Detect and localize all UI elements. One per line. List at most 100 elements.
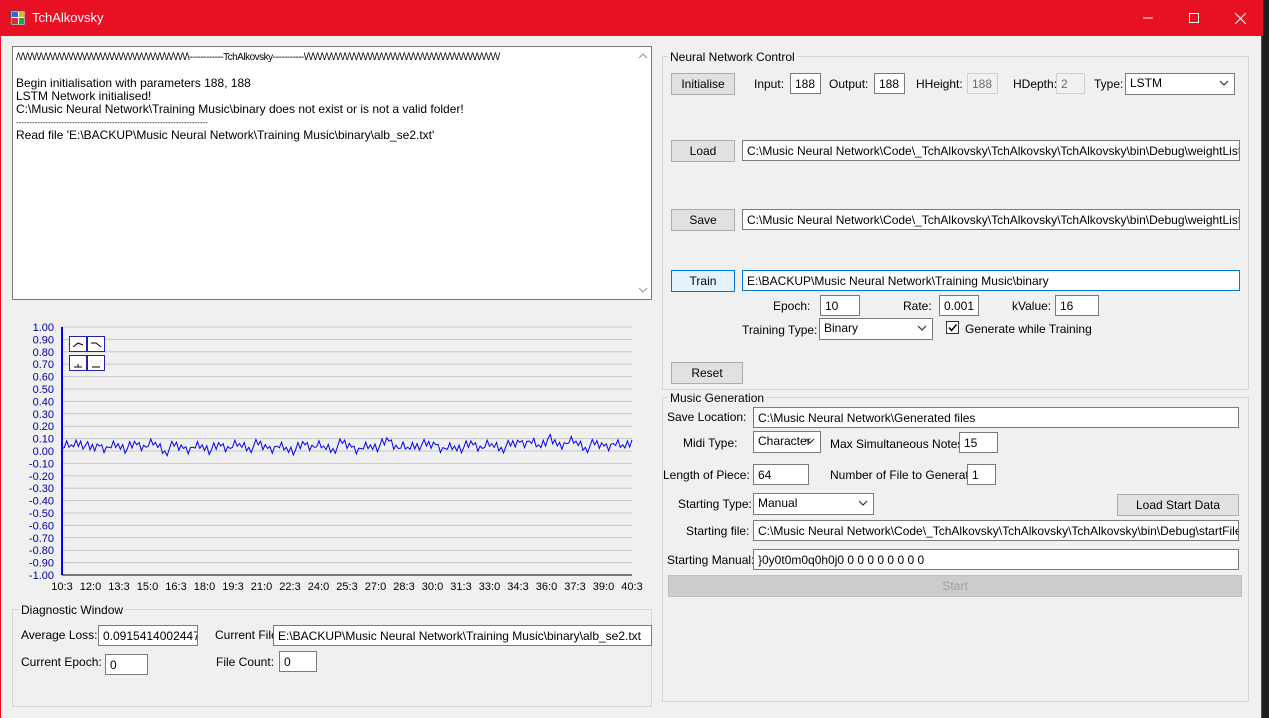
training-type-label: Training Type: [742, 323, 818, 337]
scroll-max-icon [92, 366, 100, 368]
x-tick-label: 18:0 [194, 581, 215, 593]
x-tick-label: 31:3 [450, 581, 471, 593]
zoom-in-icon [72, 342, 84, 348]
train-path-field[interactable]: E:\BACKUP\Music Neural Network\Training … [742, 270, 1240, 291]
console-scrollbar[interactable] [635, 47, 651, 299]
window-title: TchAlkovsky [32, 10, 104, 25]
current-epoch-field[interactable]: 0 [105, 654, 148, 675]
app-window: TchAlkovsky /\/\/\/\/\/\/\/\/\/\/\/\/\/\… [0, 0, 1263, 718]
chart-zoom-out-button[interactable] [87, 336, 105, 352]
chevron-up-icon [638, 53, 648, 59]
close-icon [1234, 12, 1246, 24]
num-files-field[interactable]: 1 [967, 464, 996, 485]
input-field[interactable]: 188 [790, 73, 821, 94]
y-tick-label: -0.20 [29, 471, 54, 483]
title-bar[interactable]: TchAlkovsky [1, 0, 1263, 36]
diagnostic-group-label: Diagnostic Window [19, 603, 126, 617]
chart-zoom-in-button[interactable] [69, 336, 87, 352]
y-tick-label: 0.50 [33, 384, 54, 396]
current-file-field[interactable]: E:\BACKUP\Music Neural Network\Training … [273, 625, 652, 646]
console-line: /\/\/\/\/\/\/\/\/\/\/\/\/\/\/\/\/\/\/\/\… [16, 52, 500, 63]
loss-series-line [61, 433, 633, 458]
chevron-down-icon [805, 438, 815, 444]
starting-type-select[interactable]: Manual [753, 493, 874, 515]
hdepth-field[interactable]: 2 [1056, 73, 1085, 94]
save-location-label: Save Location: [667, 410, 747, 424]
x-tick-label: 22:3 [279, 581, 300, 593]
y-tick-label: 0.90 [33, 334, 54, 346]
y-tick-label: 0.20 [33, 421, 54, 433]
y-tick-label: 0.10 [33, 434, 54, 446]
midi-type-select[interactable]: Character [753, 431, 821, 453]
starting-manual-field[interactable]: }0y0t0m0q0h0j0 0 0 0 0 0 0 0 0 [753, 549, 1239, 570]
generate-checkbox[interactable] [946, 321, 959, 334]
file-count-field[interactable]: 0 [279, 651, 317, 672]
length-field[interactable]: 64 [753, 464, 809, 485]
network-type-select[interactable]: LSTM [1125, 73, 1235, 95]
kvalue-label: kValue: [1012, 299, 1052, 313]
chevron-down-icon [1219, 80, 1229, 86]
training-type-select[interactable]: Binary [819, 318, 933, 340]
max-notes-field[interactable]: 15 [959, 432, 998, 453]
start-button[interactable]: Start [668, 575, 1242, 597]
epoch-label: Epoch: [773, 299, 811, 313]
chart-scroll-min-button[interactable] [69, 355, 87, 371]
load-start-data-button[interactable]: Load Start Data [1117, 494, 1239, 516]
minimize-button[interactable] [1125, 0, 1171, 36]
starting-type-value: Manual [758, 496, 798, 510]
chart-grid [62, 326, 632, 564]
load-path-field[interactable]: C:\Music Neural Network\Code\_TchAlkovsk… [742, 140, 1240, 161]
starting-file-field[interactable]: C:\Music Neural Network\Code\_TchAlkovsk… [753, 520, 1239, 541]
console-line: C:\Music Neural Network\Training Music\b… [16, 102, 464, 116]
y-tick-label: -0.60 [29, 520, 54, 532]
initialise-button[interactable]: Initialise [671, 73, 735, 95]
avg-loss-label: Average Loss: [21, 628, 98, 642]
close-button[interactable] [1217, 0, 1263, 36]
x-tick-label: 27:0 [365, 581, 386, 593]
console-line: Read file 'E:\BACKUP\Music Neural Networ… [16, 128, 435, 142]
hheight-label: HHeight: [916, 77, 963, 91]
x-tick-label: 39:0 [593, 581, 614, 593]
reset-button[interactable]: Reset [671, 362, 743, 384]
y-tick-label: -0.40 [29, 496, 54, 508]
y-tick-label: 0.00 [33, 446, 54, 458]
length-label: Length of Piece: [663, 468, 750, 482]
console-output[interactable]: /\/\/\/\/\/\/\/\/\/\/\/\/\/\/\/\/\/\/\/\… [12, 46, 652, 300]
kvalue-field[interactable]: 16 [1055, 295, 1099, 316]
type-label: Type: [1094, 77, 1124, 91]
starting-manual-label: Starting Manual: [667, 553, 755, 567]
save-path-field[interactable]: C:\Music Neural Network\Code\_TchAlkovsk… [742, 209, 1240, 230]
hdepth-label: HDepth: [1013, 77, 1058, 91]
x-tick-label: 19:3 [222, 581, 243, 593]
music-generation-group-label: Music Generation [668, 391, 767, 405]
rate-field[interactable]: 0.001 [939, 295, 979, 316]
y-axis-labels: 1.000.900.800.700.600.500.400.300.200.10… [29, 322, 54, 582]
rate-label: Rate: [903, 299, 932, 313]
file-count-label: File Count: [216, 655, 275, 669]
load-button[interactable]: Load [671, 140, 735, 162]
chevron-down-icon [858, 500, 868, 506]
network-type-value: LSTM [1130, 76, 1163, 90]
chart-scroll-max-button[interactable] [87, 355, 105, 371]
epoch-field[interactable]: 10 [820, 295, 860, 316]
train-button[interactable]: Train [671, 270, 735, 292]
x-tick-label: 28:3 [393, 581, 414, 593]
x-tick-label: 16:3 [165, 581, 186, 593]
avg-loss-field[interactable]: 0.09154140024478 [98, 625, 198, 646]
maximize-button[interactable] [1171, 0, 1217, 36]
save-button[interactable]: Save [671, 209, 735, 231]
x-tick-label: 15:0 [137, 581, 158, 593]
num-files-label: Number of File to Generate: [830, 468, 979, 482]
y-tick-label: 0.30 [33, 409, 54, 421]
chevron-down-icon [638, 287, 648, 293]
hheight-field[interactable]: 188 [967, 73, 998, 94]
output-field[interactable]: 188 [874, 73, 905, 94]
chevron-down-icon [917, 325, 927, 331]
y-tick-label: -1.00 [29, 570, 54, 582]
generate-label: Generate while Training [965, 322, 1092, 336]
x-tick-label: 37:3 [564, 581, 585, 593]
y-tick-label: -0.50 [29, 508, 54, 520]
save-location-field[interactable]: C:\Music Neural Network\Generated files [753, 407, 1239, 428]
app-icon [10, 10, 26, 26]
scroll-min-icon [74, 364, 82, 368]
